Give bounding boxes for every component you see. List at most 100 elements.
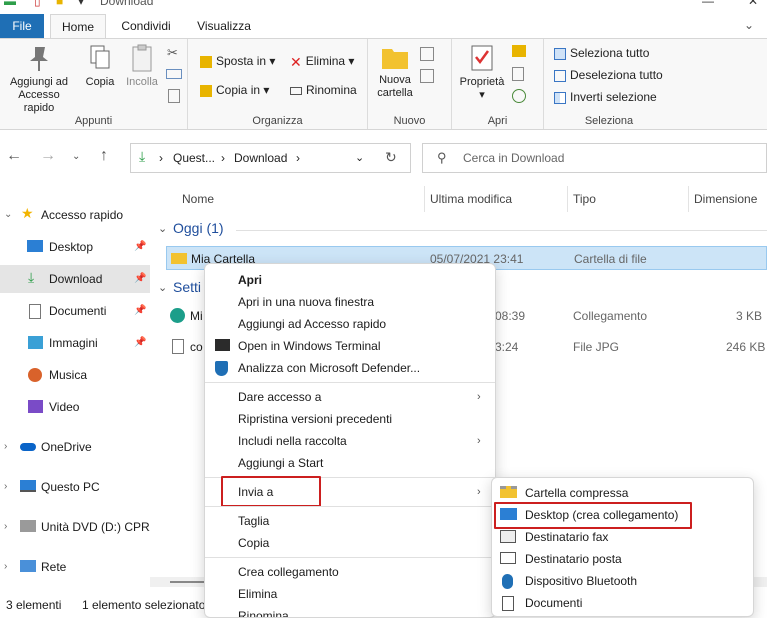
menu-copy[interactable]: Copia: [205, 532, 495, 554]
properties-label: Proprietà: [459, 76, 505, 88]
nav-onedrive[interactable]: › OneDrive: [0, 433, 150, 461]
nav-network[interactable]: › Rete: [0, 553, 150, 581]
invert-selection-button[interactable]: Inverti selezione: [554, 87, 657, 107]
pin-icon[interactable]: 📌: [134, 297, 146, 325]
menu-create-shortcut[interactable]: Crea collegamento: [205, 561, 495, 583]
send-to-fax[interactable]: Destinatario fax: [492, 526, 755, 548]
menu-restore-versions[interactable]: Ripristina versioni precedenti: [205, 408, 495, 430]
properties-button[interactable]: Proprietà ▾: [456, 43, 508, 102]
menu-rename[interactable]: Rinomina: [205, 605, 495, 617]
recent-chevron-icon[interactable]: ⌄: [72, 151, 80, 162]
send-to-mail[interactable]: Destinatario posta: [492, 548, 755, 570]
delete-button[interactable]: ✕ Elimina ▾: [290, 51, 354, 71]
group-week[interactable]: Setti: [173, 279, 201, 295]
history-icon[interactable]: [512, 89, 526, 103]
tab-file[interactable]: File: [0, 14, 44, 38]
column-divider[interactable]: [567, 186, 568, 212]
send-to-zip[interactable]: Cartella compressa: [492, 482, 755, 504]
file-modified: 08:39: [495, 309, 526, 323]
select-all-icon: [554, 47, 566, 60]
menu-open-terminal[interactable]: Open in Windows Terminal: [205, 335, 495, 357]
edit-icon[interactable]: [512, 67, 524, 81]
expanded-chevron-icon[interactable]: ⌄: [4, 201, 12, 229]
forward-arrow-icon[interactable]: →: [40, 147, 56, 165]
collapsed-chevron-icon[interactable]: ›: [4, 513, 7, 541]
menu-delete[interactable]: Elimina: [205, 583, 495, 605]
new-folder-button[interactable]: Nuova cartella: [372, 43, 418, 100]
nav-documents[interactable]: Documenti 📌: [0, 297, 150, 325]
up-arrow-icon[interactable]: ↑: [100, 147, 108, 165]
menu-give-access[interactable]: Dare accesso a ›: [205, 386, 495, 408]
pin-quick-access-button[interactable]: Aggiungi ad Accesso rapido: [2, 43, 76, 115]
nav-images[interactable]: Immagini 📌: [0, 329, 150, 357]
back-arrow-icon[interactable]: ←: [6, 147, 22, 165]
easy-access-icon[interactable]: [420, 69, 434, 83]
nav-quick-access[interactable]: ⌄ ★ Accesso rapido: [0, 201, 150, 229]
new-item-icon[interactable]: [420, 47, 434, 61]
column-type[interactable]: Tipo: [573, 188, 596, 210]
column-size[interactable]: Dimensione: [694, 188, 757, 210]
search-box[interactable]: ⚲ Cerca in Download: [422, 143, 767, 173]
copy-button[interactable]: Copia: [82, 43, 118, 89]
pin-icon[interactable]: 📌: [134, 265, 146, 293]
nav-desktop-label: Desktop: [49, 240, 94, 254]
column-modified[interactable]: Ultima modifica: [430, 188, 512, 210]
group-today[interactable]: Oggi (1): [173, 220, 224, 236]
address-dropdown-icon[interactable]: ⌄: [355, 151, 364, 164]
move-to-button[interactable]: Sposta in ▾: [200, 51, 275, 71]
pin-icon[interactable]: 📌: [134, 233, 146, 261]
group-collapse-icon[interactable]: ⌄: [158, 281, 167, 294]
menu-cut[interactable]: Taglia: [205, 510, 495, 532]
copy-path-icon[interactable]: [166, 69, 182, 79]
minimize-icon[interactable]: —: [702, 0, 714, 8]
rename-button[interactable]: Rinomina: [290, 80, 357, 100]
properties-icon[interactable]: ▯: [34, 0, 41, 8]
nav-desktop[interactable]: Desktop 📌: [0, 233, 150, 261]
search-input[interactable]: Cerca in Download: [463, 151, 564, 165]
menu-open[interactable]: Apri: [205, 269, 495, 291]
tab-share[interactable]: Condividi: [112, 14, 180, 38]
navigation-bar: ← → ⌄ ↑ ⤓ › Quest... › Download › ⌄ ↻ ⚲ …: [0, 131, 767, 183]
column-divider[interactable]: [688, 186, 689, 212]
nav-dvd-drive[interactable]: › Unità DVD (D:) CPRA: [0, 513, 150, 541]
menu-give-access-label: Dare accesso a: [238, 390, 322, 404]
deselect-all-button[interactable]: Deseleziona tutto: [554, 65, 663, 85]
refresh-icon[interactable]: ↻: [385, 149, 397, 166]
paste-button[interactable]: Incolla: [122, 43, 162, 89]
ribbon-expand-icon[interactable]: ⌄: [744, 18, 754, 32]
send-to-documents[interactable]: Documenti: [492, 592, 755, 614]
menu-open-new-window[interactable]: Apri in una nuova finestra: [205, 291, 495, 313]
nav-download[interactable]: ⤓ Download 📌: [0, 265, 150, 293]
paste-shortcut-icon[interactable]: [168, 89, 180, 103]
address-bar[interactable]: ⤓ › Quest... › Download › ⌄ ↻: [130, 143, 411, 173]
breadcrumb-download[interactable]: Download: [234, 151, 287, 165]
tab-home[interactable]: Home: [50, 14, 106, 38]
nav-this-pc[interactable]: › Questo PC: [0, 473, 150, 501]
column-name[interactable]: Nome: [182, 188, 214, 210]
select-all-button[interactable]: Seleziona tutto: [554, 43, 649, 63]
pin-icon[interactable]: 📌: [134, 329, 146, 357]
collapsed-chevron-icon[interactable]: ›: [4, 553, 7, 581]
breadcrumb-this-pc[interactable]: Quest...: [173, 151, 215, 165]
menu-pin-quick-access[interactable]: Aggiungi ad Accesso rapido: [205, 313, 495, 335]
pin-label-1: Aggiungi ad: [9, 76, 69, 88]
open-icon[interactable]: [512, 45, 526, 57]
send-to-bluetooth[interactable]: Dispositivo Bluetooth: [492, 570, 755, 592]
tab-view[interactable]: Visualizza: [188, 14, 260, 38]
menu-separator: [205, 557, 495, 558]
cut-icon[interactable]: ✂: [167, 45, 178, 61]
quick-access-toolbar-icon[interactable]: ▬: [4, 0, 16, 8]
group-collapse-icon[interactable]: ⌄: [158, 222, 167, 235]
column-divider[interactable]: [424, 186, 425, 212]
menu-defender-scan[interactable]: Analizza con Microsoft Defender...: [205, 357, 495, 379]
invert-selection-icon: [554, 91, 566, 104]
chevron-down-icon[interactable]: ▾: [78, 0, 84, 8]
copy-to-button[interactable]: Copia in ▾: [200, 80, 269, 100]
collapsed-chevron-icon[interactable]: ›: [4, 473, 7, 501]
nav-music[interactable]: Musica: [0, 361, 150, 389]
collapsed-chevron-icon[interactable]: ›: [4, 433, 7, 461]
close-icon[interactable]: ✕: [748, 0, 758, 8]
nav-video[interactable]: Video: [0, 393, 150, 421]
menu-include-library[interactable]: Includi nella raccolta ›: [205, 430, 495, 452]
menu-pin-start[interactable]: Aggiungi a Start: [205, 452, 495, 474]
